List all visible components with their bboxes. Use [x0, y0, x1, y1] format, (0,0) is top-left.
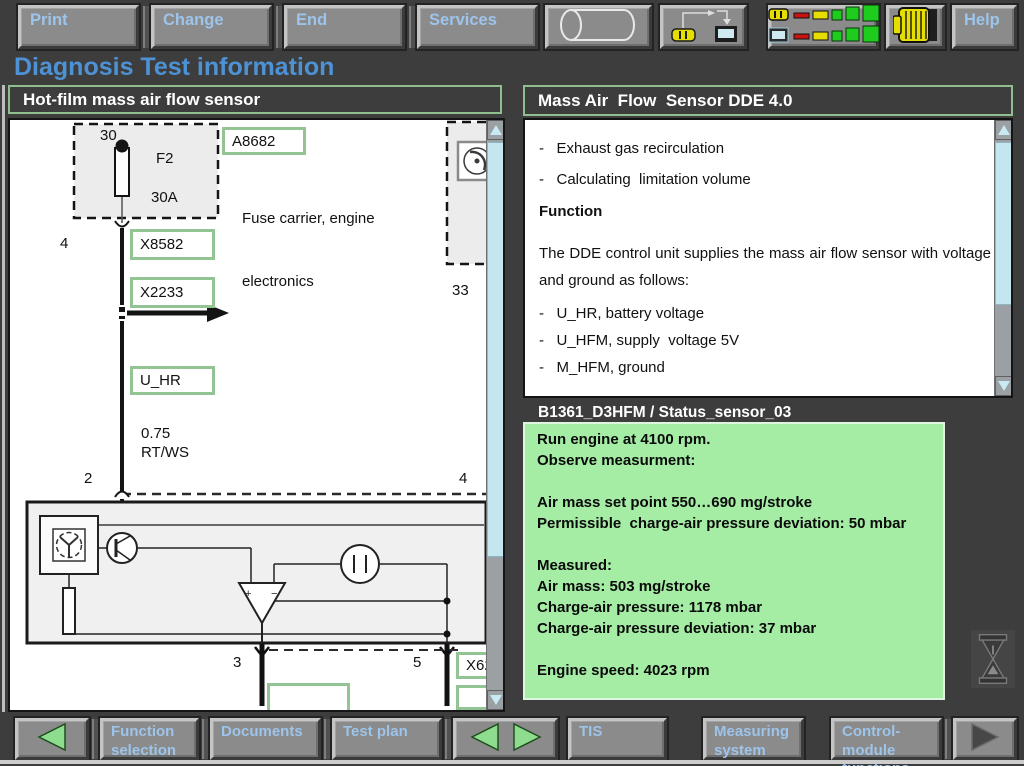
arrow-up-icon	[998, 125, 1010, 135]
svg-text:−: −	[271, 588, 277, 600]
help-button[interactable]: Help	[952, 5, 1017, 49]
connection-setup-icon	[670, 6, 738, 49]
tube-icon	[554, 7, 644, 48]
tube-button[interactable]	[545, 5, 652, 49]
connector-x2233-box[interactable]: X2233	[130, 277, 215, 308]
right-panel-header: Mass Air Flow Sensor DDE 4.0	[523, 85, 1013, 116]
result-line: Charge-air pressure deviation: 37 mbar	[537, 618, 931, 639]
scroll-down-button[interactable]	[995, 376, 1012, 396]
arrow-right-icon	[510, 722, 544, 757]
pin-label-4-right: 4	[459, 468, 467, 489]
result-line: Air mass: 503 mg/stroke	[537, 576, 931, 597]
pin-label-33: 33	[452, 280, 469, 301]
result-line	[537, 534, 931, 555]
plug-icon	[893, 6, 939, 49]
info-scrollbar[interactable]	[994, 120, 1011, 396]
component-33-box	[447, 122, 486, 264]
signal-u-hr-box[interactable]: U_HR	[130, 366, 215, 395]
terminal-30-label: 30	[100, 125, 117, 146]
result-line: Run engine at 4100 rpm.	[537, 429, 931, 450]
result-line: Air mass set point 550…690 mg/stroke	[537, 492, 931, 513]
status-header: B1361_D3HFM / Status_sensor_03	[538, 404, 791, 422]
change-button[interactable]: Change	[151, 5, 272, 49]
scroll-up-button[interactable]	[487, 120, 504, 140]
sensor-internal-box: + −	[27, 502, 486, 643]
info-heading: Function	[539, 203, 1001, 220]
result-line	[537, 471, 931, 492]
plug-button[interactable]	[886, 5, 945, 49]
arrow-left-icon	[34, 721, 70, 758]
system-status-icon	[768, 5, 880, 50]
info-text: - Exhaust gas recirculation - Calculatin…	[525, 120, 1001, 381]
control-module-functions-button[interactable]: Control-module functions	[831, 718, 942, 760]
result-line	[537, 639, 931, 660]
forward-button[interactable]	[953, 718, 1017, 760]
wire-gauge-label: 0.75	[141, 423, 170, 444]
system-status-button[interactable]	[768, 5, 879, 49]
page-navigation-button[interactable]	[453, 718, 558, 760]
pin-label-3: 3	[233, 652, 241, 673]
info-line: - U_HR, battery voltage	[539, 300, 1001, 327]
scroll-down-button[interactable]	[487, 690, 504, 710]
wiring-diagram-panel: + − 30	[8, 118, 505, 712]
scroll-up-button[interactable]	[995, 120, 1012, 140]
arrow-left-icon	[468, 722, 502, 757]
documents-button[interactable]: Documents	[210, 718, 321, 760]
end-button[interactable]: End	[284, 5, 405, 49]
connection-setup-button[interactable]	[660, 5, 747, 49]
left-panel-title: Hot-film mass air flow sensor	[10, 90, 260, 110]
arrow-down-icon	[998, 381, 1010, 391]
fuse-rating-label: 30A	[151, 187, 178, 208]
arrow-down-icon	[490, 695, 502, 705]
diagram-scrollbar[interactable]	[486, 120, 503, 710]
result-line: Observe measurment:	[537, 450, 931, 471]
info-line: - Exhaust gas recirculation	[539, 140, 1001, 157]
wire-color-label: RT/WS	[141, 442, 189, 463]
services-button[interactable]: Services	[417, 5, 538, 49]
info-line: - M_HFM, ground	[539, 354, 1001, 381]
measurement-panel: Run engine at 4100 rpm. Observe measurme…	[523, 422, 945, 700]
result-line: Charge-air pressure: 1178 mbar	[537, 597, 931, 618]
scrollbar-thumb[interactable]	[995, 142, 1012, 305]
right-panel-title: Mass Air Flow Sensor DDE 4.0	[525, 91, 792, 111]
component-ref-box[interactable]: A8682	[222, 127, 306, 155]
wire-hook	[115, 492, 129, 498]
result-line: Measured:	[537, 555, 931, 576]
test-plan-button[interactable]: Test plan	[332, 718, 442, 760]
result-line: Permissible charge-air pressure deviatio…	[537, 513, 931, 534]
info-line: - U_HFM, supply voltage 5V	[539, 327, 1001, 354]
back-button[interactable]	[15, 718, 89, 760]
left-panel-header: Hot-film mass air flow sensor	[8, 85, 502, 114]
info-paragraph: The DDE control unit supplies the mass a…	[539, 240, 991, 294]
function-selection-button[interactable]: Function selection	[100, 718, 199, 760]
fuse-carrier-box	[74, 124, 218, 218]
print-button[interactable]: Print	[18, 5, 139, 49]
screen-edge-left	[2, 85, 5, 712]
dis-screen: Print Change End Services	[0, 0, 1024, 766]
connector-x8582-box[interactable]: X8582	[130, 229, 215, 260]
info-line: - Calculating limitation volume	[539, 171, 1001, 188]
hourglass-icon	[971, 630, 1015, 688]
measuring-system-button[interactable]: Measuring system	[703, 718, 804, 760]
arrow-up-icon	[490, 125, 502, 135]
pin-label-2: 2	[84, 468, 92, 489]
arrow-right-icon	[967, 721, 1003, 758]
fuse-name-label: F2	[156, 148, 174, 169]
connector-box-empty[interactable]	[267, 683, 350, 712]
scrollbar-thumb[interactable]	[487, 142, 504, 557]
result-line: Engine speed: 4023 rpm	[537, 660, 931, 681]
screen-edge-bottom	[0, 760, 1024, 764]
pin-label-4-left: 4	[60, 233, 68, 254]
info-panel: - Exhaust gas recirculation - Calculatin…	[523, 118, 1013, 398]
page-title: Diagnosis Test information	[14, 53, 334, 82]
svg-text:+: +	[245, 588, 251, 600]
pin-label-5: 5	[413, 652, 421, 673]
main-wire	[119, 228, 125, 534]
tis-button[interactable]: TIS	[568, 718, 667, 760]
component-note: Fuse carrier, engine electronics	[242, 166, 375, 334]
